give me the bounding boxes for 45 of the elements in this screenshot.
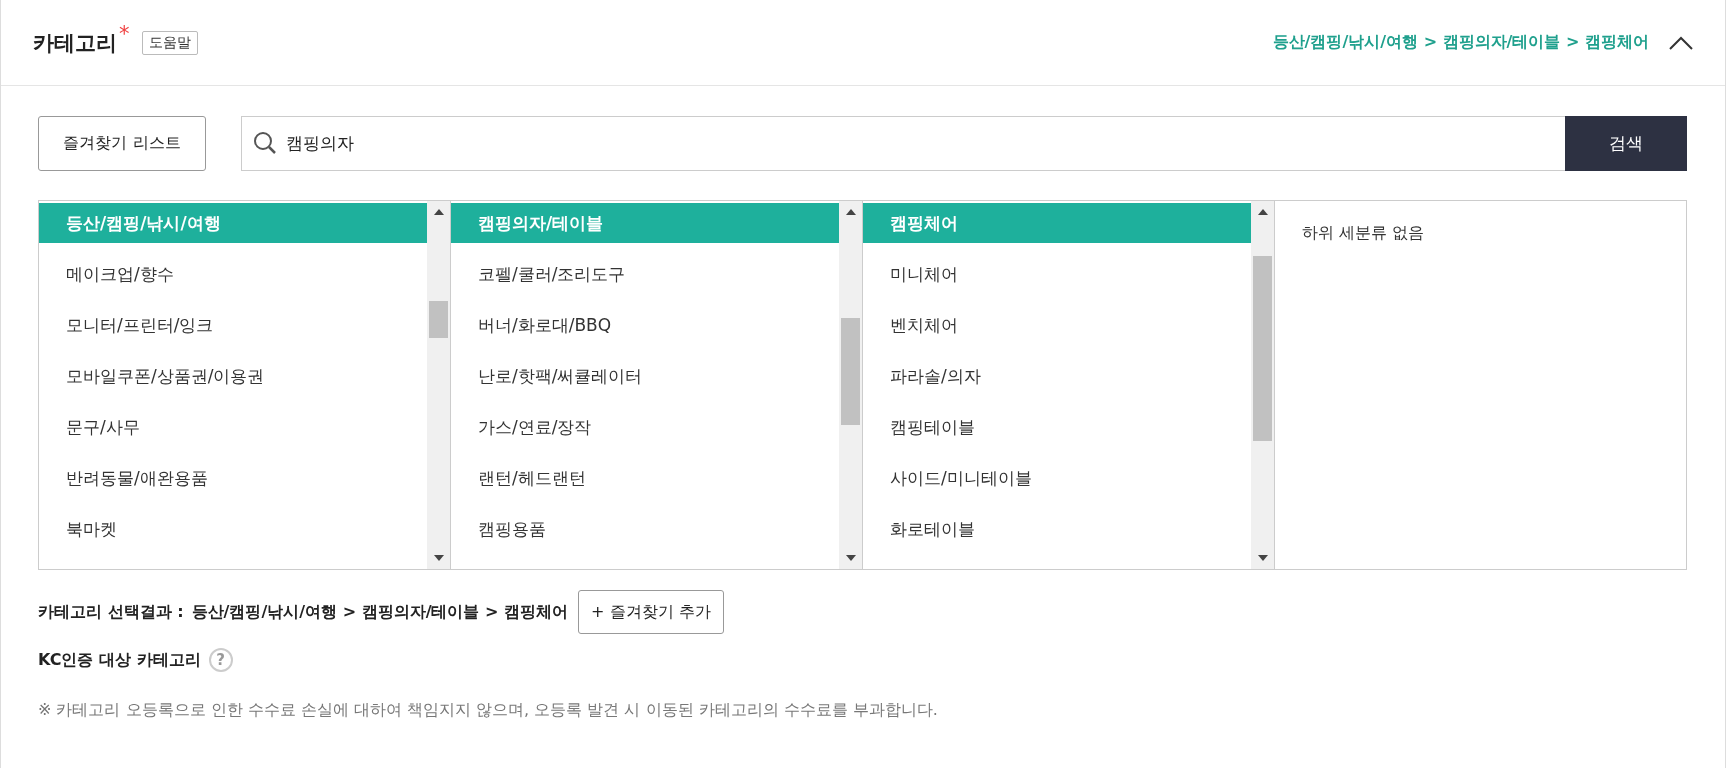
scroll-up-icon[interactable] — [845, 209, 856, 215]
scroll-up-icon[interactable] — [433, 209, 444, 215]
scroll-down-icon[interactable] — [1257, 555, 1268, 561]
category-item[interactable]: 버너/화로대/BBQ — [451, 305, 839, 345]
section-title: 카테고리 — [33, 29, 117, 57]
scrollbar-thumb[interactable] — [429, 301, 448, 338]
scrollbar[interactable] — [1251, 201, 1274, 569]
add-favorite-button[interactable]: + 즐겨찾기 추가 — [578, 590, 724, 634]
category-item[interactable]: 파라솔/의자 — [863, 356, 1251, 396]
category-item[interactable]: 캠핑테이블 — [863, 407, 1251, 447]
result-path: 등산/캠핑/낚시/여행 > 캠핑의자/테이블 > 캠핑체어 — [191, 601, 568, 623]
scrollbar-thumb[interactable] — [1253, 256, 1272, 441]
favorites-list-button[interactable]: 즐겨찾기 리스트 — [38, 116, 206, 171]
scrollbar[interactable] — [839, 201, 862, 569]
category-item[interactable]: 반려동물/애완용품 — [39, 458, 427, 498]
chevron-icon[interactable] — [1669, 35, 1693, 50]
kc-label: KC인증 대상 카테고리 — [38, 649, 201, 671]
category-item[interactable]: 메이크업/향수 — [39, 254, 427, 294]
help-button[interactable]: 도움말 — [141, 30, 198, 55]
category-item[interactable]: 랜턴/헤드랜턴 — [451, 458, 839, 498]
search-icon — [253, 131, 277, 155]
scrollbar-thumb[interactable] — [841, 318, 860, 425]
search-field[interactable]: 캠핑의자 — [241, 116, 1565, 171]
category-item[interactable]: 코펠/쿨러/조리도구 — [451, 254, 839, 294]
search-button[interactable]: 검색 — [1565, 116, 1687, 171]
scrollbar[interactable] — [427, 201, 450, 569]
category-item[interactable]: 화로테이블 — [863, 509, 1251, 549]
scroll-up-icon[interactable] — [1257, 209, 1268, 215]
category-item[interactable]: 사이드/미니테이블 — [863, 458, 1251, 498]
breadcrumb: 등산/캠핑/낚시/여행 > 캠핑의자/테이블 > 캠핑체어 — [1272, 32, 1649, 53]
category-item[interactable]: 미니체어 — [863, 254, 1251, 294]
required-mark: * — [119, 22, 130, 46]
notice-text: ※ 카테고리 오등록으로 인한 수수료 손실에 대하여 책임지지 않으며, 오등록 발견 시 이동된 카테고리의 수수료를 부과합니다. — [38, 700, 939, 721]
result-label: 카테고리 선택결과 : — [38, 601, 184, 623]
scroll-down-icon[interactable] — [433, 555, 444, 561]
category-item[interactable]: 문구/사무 — [39, 407, 427, 447]
empty-message: 하위 세분류 없음 — [1301, 222, 1425, 244]
category-item[interactable]: 북마켓 — [39, 509, 427, 549]
category-item[interactable]: 벤치체어 — [863, 305, 1251, 345]
scroll-down-icon[interactable] — [845, 555, 856, 561]
category-item[interactable]: 모니터/프린터/잉크 — [39, 305, 427, 345]
category-item[interactable]: 캠핑용품 — [451, 509, 839, 549]
category-item[interactable]: 가스/연료/장작 — [451, 407, 839, 447]
category-item[interactable]: 난로/핫팩/써큘레이터 — [451, 356, 839, 396]
category-item[interactable]: 모바일쿠폰/상품권/이용권 — [39, 356, 427, 396]
